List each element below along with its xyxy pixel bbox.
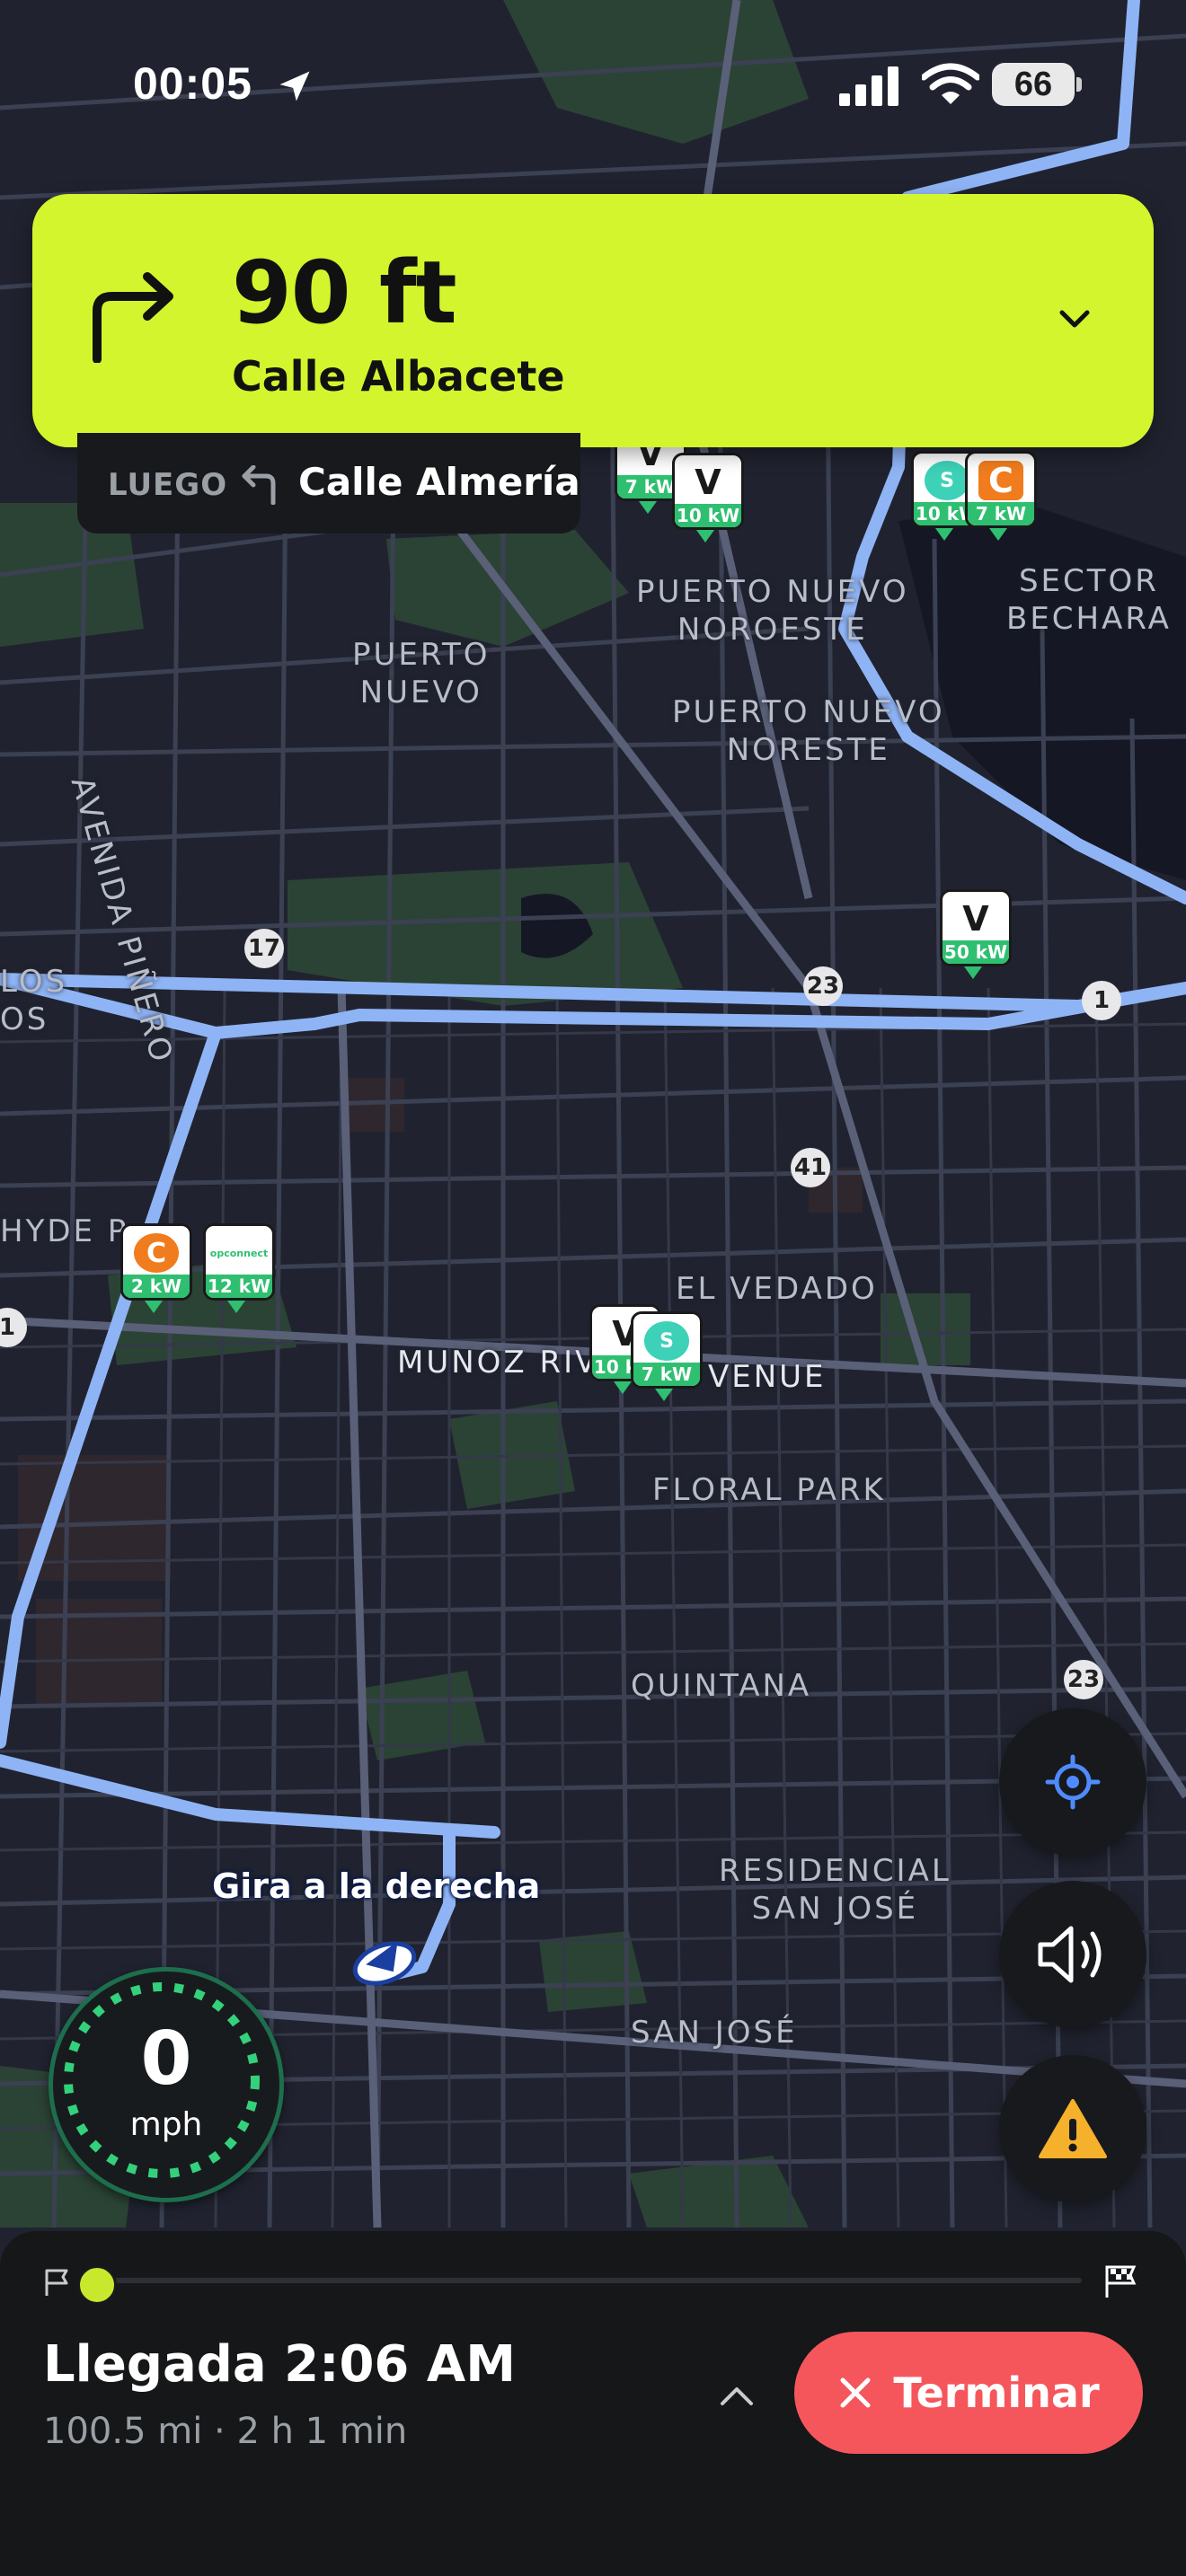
charger-brand-logo: C xyxy=(978,461,1023,500)
then-label: LUEGO xyxy=(108,467,228,503)
map-label-los: LOS OS xyxy=(0,964,68,1037)
charger-card: opconnect 12 kW xyxy=(203,1223,275,1301)
locate-crosshair-icon xyxy=(1045,1754,1101,1810)
pin-tip xyxy=(614,1381,632,1394)
end-navigation-label: Terminar xyxy=(893,2369,1100,2417)
charger-power: 50 kW xyxy=(943,940,1009,964)
map-label-puerto-nuevo: PUERTO NUEVO xyxy=(352,637,491,710)
pin-tip xyxy=(227,1301,245,1313)
charger-power: 2 kW xyxy=(123,1275,190,1298)
charger-power: 12 kW xyxy=(206,1275,272,1298)
battery-indicator: 66 xyxy=(992,63,1075,106)
map-label-san-jose: SAN JOSÉ xyxy=(631,2015,798,2051)
charger-card: S7 kW xyxy=(631,1311,703,1389)
warning-icon xyxy=(1039,2099,1107,2158)
trip-progress-marker xyxy=(77,2265,117,2305)
status-bar: 00:05 66 xyxy=(0,54,1186,117)
map-label-puerto-nuevo-noreste: PUERTO NUEVO NORESTE xyxy=(672,694,945,768)
charger-pin[interactable]: V 50 kW xyxy=(940,889,1012,979)
speed-value: 0 xyxy=(140,2016,192,2102)
charger-card: V 10 kW xyxy=(672,453,744,530)
road-shield-17: 17 xyxy=(244,929,284,968)
charger-power: 7 kW xyxy=(968,502,1034,525)
charger-card: C7 kW xyxy=(965,451,1037,528)
close-icon xyxy=(840,2378,871,2408)
map-label-floral-park: FLORAL PARK xyxy=(652,1472,886,1508)
map-label-sector-bechara: SECTOR BECHARA xyxy=(1006,563,1172,637)
charger-pin[interactable]: V 10 kW xyxy=(672,453,744,543)
charger-card: V 50 kW xyxy=(940,889,1012,966)
battery-tip xyxy=(1076,77,1082,92)
trip-summary: 100.5 mi · 2 h 1 min xyxy=(43,2411,408,2452)
map-label-el-vedado: EL VEDADO xyxy=(676,1271,878,1307)
cellular-signal-icon xyxy=(839,66,898,106)
road-shield-edge: 1 xyxy=(1082,981,1121,1020)
road-shield-41: 41 xyxy=(791,1148,830,1187)
next-maneuver-pill: LUEGO Calle Almería xyxy=(77,433,580,534)
turn-callout: Gira a la derecha xyxy=(212,1866,541,1906)
charger-brand-logo: opconnect xyxy=(209,1247,269,1259)
location-arrow-icon xyxy=(279,71,310,101)
charger-pin[interactable]: opconnect 12 kW xyxy=(203,1223,275,1313)
chevron-up-icon[interactable] xyxy=(719,2382,755,2409)
charger-brand-logo: S xyxy=(925,461,969,500)
trip-progress-track xyxy=(81,2278,1082,2283)
wifi-icon xyxy=(922,63,979,104)
map-label-puerto-nuevo-noroeste: PUERTO NUEVO NOROESTE xyxy=(636,574,909,648)
charger-card: C2 kW xyxy=(120,1223,192,1301)
report-hazard-button[interactable] xyxy=(999,2055,1146,2202)
status-time: 00:05 xyxy=(133,58,252,109)
pin-tip xyxy=(145,1301,163,1313)
map-label-avenue: VENUE xyxy=(708,1359,827,1395)
turn-left-icon xyxy=(242,465,276,505)
map-label-residencial-san-jose: RESIDENCIAL SAN JOSÉ xyxy=(719,1853,951,1927)
speaker-icon xyxy=(1038,1926,1102,1983)
pin-tip xyxy=(964,966,982,979)
map-label-munoz-rivera: MUNOZ RIV xyxy=(397,1345,599,1381)
map-label-quintana: QUINTANA xyxy=(631,1668,812,1704)
finish-flag-icon xyxy=(1105,2265,1137,2298)
end-navigation-button[interactable]: Terminar xyxy=(794,2332,1143,2454)
map-label-hyde-park: HYDE P xyxy=(0,1213,129,1249)
then-street: Calle Almería xyxy=(298,460,580,504)
charger-brand-logo: V xyxy=(686,463,730,502)
pin-tip xyxy=(696,530,714,543)
charger-pin[interactable]: S7 kW xyxy=(631,1311,703,1401)
pin-tip xyxy=(989,528,1007,541)
road-shield-23: 23 xyxy=(803,966,843,1006)
recenter-button[interactable] xyxy=(999,1708,1146,1856)
speed-unit: mph xyxy=(129,2106,203,2143)
charger-power: 7 kW xyxy=(633,1363,700,1386)
arrival-time: Llegada 2:06 AM xyxy=(43,2335,516,2394)
pin-tip xyxy=(639,501,657,514)
trip-bottom-sheet[interactable]: Llegada 2:06 AM 100.5 mi · 2 h 1 min Ter… xyxy=(0,2231,1186,2576)
pin-tip xyxy=(655,1389,673,1401)
speedometer: 0 mph xyxy=(49,1967,284,2202)
maneuver-street: Calle Albacete xyxy=(232,352,565,401)
charger-brand-logo: C xyxy=(134,1233,179,1273)
navigation-banner[interactable]: 90 ft Calle Albacete xyxy=(32,194,1154,447)
charger-brand-logo: S xyxy=(644,1321,689,1361)
turn-right-arrow-icon xyxy=(93,272,173,363)
charger-pin[interactable]: C7 kW xyxy=(965,451,1037,541)
pin-tip xyxy=(935,528,953,541)
start-flag-icon xyxy=(45,2269,68,2296)
road-shield-23-south: 23 xyxy=(1064,1660,1103,1699)
charger-brand-logo: V xyxy=(962,899,989,939)
chevron-down-icon[interactable] xyxy=(1057,300,1093,336)
charger-power: 10 kW xyxy=(675,504,741,527)
charger-pin[interactable]: C2 kW xyxy=(120,1223,192,1313)
sound-button[interactable] xyxy=(999,1881,1146,2028)
maneuver-distance: 90 ft xyxy=(232,243,457,343)
